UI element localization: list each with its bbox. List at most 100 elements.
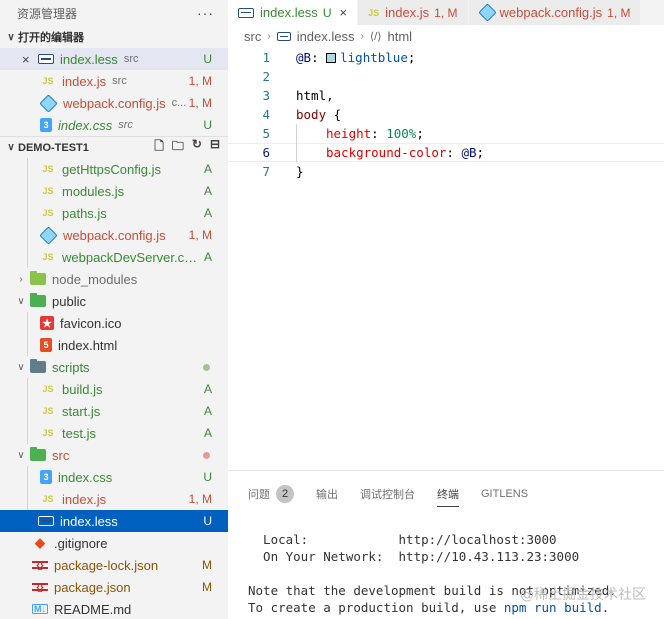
tab-gitlens[interactable]: GITLENS xyxy=(481,484,528,504)
indent-guide xyxy=(27,466,28,488)
breadcrumb: src › index.less › ⟨/⟩ html xyxy=(228,25,664,47)
code-text: } xyxy=(296,164,304,179)
tab-index-less[interactable]: index.less U × xyxy=(228,0,359,25)
markdown-icon: M↓ xyxy=(32,604,48,614)
code-text: height: 100%; xyxy=(326,126,424,141)
tree-file-webpack-config[interactable]: webpack.config.js 1, M xyxy=(0,224,228,246)
new-file-icon[interactable]: 🗋 xyxy=(154,137,164,158)
tree-file-readme[interactable]: M↓ README.md xyxy=(0,598,228,619)
tree-item-label: index.js xyxy=(62,491,107,507)
tree-folder-scripts[interactable]: ∨ scripts xyxy=(0,356,228,378)
code-line: 3 html, xyxy=(228,86,664,105)
refresh-icon[interactable]: ↻ xyxy=(192,137,202,158)
tree-item-label: index.html xyxy=(58,337,118,353)
git-status-dot xyxy=(203,363,210,371)
tree-file-package-lock[interactable]: {} package-lock.json M xyxy=(0,554,228,576)
tree-file-src-index-less[interactable]: index.less U xyxy=(0,510,228,532)
git-status-badge: M xyxy=(202,580,212,594)
tree-folder-node-modules[interactable]: › node_modules xyxy=(0,268,228,290)
tree-folder-public[interactable]: ∨ public xyxy=(0,290,228,312)
collapse-all-icon[interactable]: ⊟ xyxy=(210,137,220,158)
tree-item-label: paths.js xyxy=(62,205,107,221)
tree-file-build[interactable]: JS build.js A xyxy=(0,378,228,400)
tab-problems[interactable]: 问题 2 xyxy=(248,484,294,504)
breadcrumb-file[interactable]: index.less xyxy=(297,29,355,44)
indent-guide xyxy=(27,180,28,202)
less-icon xyxy=(276,31,291,41)
js-icon: JS xyxy=(42,76,54,86)
tab-status: U xyxy=(322,5,332,20)
tree-item-label: scripts xyxy=(52,359,90,375)
tab-webpack-config[interactable]: webpack.config.js 1, M xyxy=(468,0,642,25)
tree-file-favicon[interactable]: ★ favicon.ico xyxy=(0,312,228,334)
indent-guide xyxy=(27,158,28,180)
tree-item-label: webpackDevServer.co... xyxy=(62,249,202,265)
folder-icon xyxy=(30,447,46,461)
open-editor-index-css[interactable]: 3 index.css src U xyxy=(0,114,228,136)
tree-file-start[interactable]: JS start.js A xyxy=(0,400,228,422)
explorer-header: 资源管理器 ··· xyxy=(0,0,228,26)
tab-index-js[interactable]: JS index.js 1, M xyxy=(358,0,469,25)
open-editor-index-js[interactable]: JS index.js src 1, M xyxy=(0,70,228,92)
indent-guide xyxy=(27,378,28,400)
breadcrumb-symbol[interactable]: html xyxy=(387,29,412,44)
tree-file-getHttpsConfig[interactable]: JS getHttpsConfig.js A xyxy=(0,158,228,180)
less-icon xyxy=(38,54,54,64)
close-icon[interactable]: × xyxy=(22,52,30,67)
new-folder-icon[interactable]: 🗀 xyxy=(172,137,184,158)
bottom-panel: 问题 2 输出 调试控制台 终端 GITLENS Local: http://l… xyxy=(228,470,664,619)
tree-file-gitignore[interactable]: ◆ .gitignore xyxy=(0,532,228,554)
git-status-badge: A xyxy=(203,382,212,396)
tree-file-webpackDevServer[interactable]: JS webpackDevServer.co... A xyxy=(0,246,228,268)
open-editors-title: 打开的编辑器 xyxy=(18,32,84,44)
js-icon: JS xyxy=(42,384,54,394)
indent-guide xyxy=(27,400,28,422)
git-status-badge: A xyxy=(203,426,212,440)
tree-file-index-html[interactable]: 5 index.html xyxy=(0,334,228,356)
close-icon[interactable]: × xyxy=(339,5,347,20)
git-status-badge: U xyxy=(203,470,212,484)
breadcrumb-folder[interactable]: src xyxy=(244,29,261,44)
open-editors-header[interactable]: ∨ 打开的编辑器 xyxy=(0,26,228,48)
css-icon: 3 xyxy=(40,470,52,484)
more-actions-icon[interactable]: ··· xyxy=(197,5,214,21)
open-editor-webpack-config[interactable]: webpack.config.js c... 1, M xyxy=(0,92,228,114)
code-editor[interactable]: 1 @B: lightblue; 2 3 html, 4 body { 5 he… xyxy=(228,48,664,181)
indent-guide xyxy=(27,202,28,224)
chevron-right-icon: › xyxy=(360,30,364,42)
open-editor-index-less[interactable]: × index.less src U xyxy=(0,48,228,70)
chevron-right-icon: › xyxy=(19,273,23,285)
code-text: @B: lightblue; xyxy=(296,50,416,65)
tree-folder-src[interactable]: ∨ src xyxy=(0,444,228,466)
tree-file-src-index-css[interactable]: 3 index.css U xyxy=(0,466,228,488)
tree-item-label: index.less xyxy=(60,513,118,529)
open-editor-desc: src xyxy=(112,75,127,87)
less-icon xyxy=(38,516,54,526)
tab-terminal[interactable]: 终端 xyxy=(437,484,459,507)
git-status-badge: U xyxy=(203,514,212,528)
git-icon: ◆ xyxy=(35,535,45,550)
line-number: 1 xyxy=(262,50,270,65)
project-header[interactable]: ∨ DEMO-TEST1 🗋 🗀 ↻ ⊟ xyxy=(0,136,228,158)
git-status-badge: A xyxy=(203,404,212,418)
tree-item-label: .gitignore xyxy=(54,535,108,551)
tree-file-test[interactable]: JS test.js A xyxy=(0,422,228,444)
git-status-badge: U xyxy=(203,52,212,66)
tree-file-modules[interactable]: JS modules.js A xyxy=(0,180,228,202)
explorer-actions: 🗋 🗀 ↻ ⊟ xyxy=(154,137,228,158)
tree-file-paths[interactable]: JS paths.js A xyxy=(0,202,228,224)
js-icon: JS xyxy=(42,208,54,218)
code-text: body { xyxy=(296,107,342,122)
editor-area: index.less U × JS index.js 1, M webpack.… xyxy=(228,0,664,470)
folder-icon xyxy=(30,359,46,373)
line-number: 2 xyxy=(262,69,270,84)
tab-output[interactable]: 输出 xyxy=(316,484,338,504)
tree-file-src-index-js[interactable]: JS index.js 1, M xyxy=(0,488,228,510)
js-icon: JS xyxy=(42,494,54,504)
tab-debug-console[interactable]: 调试控制台 xyxy=(360,484,415,504)
tree-file-package-json[interactable]: {} package.json M xyxy=(0,576,228,598)
indent-guide xyxy=(27,312,28,334)
git-status-badge: 1, M xyxy=(188,74,212,88)
color-swatch[interactable] xyxy=(326,53,337,63)
line-number: 4 xyxy=(262,107,270,122)
